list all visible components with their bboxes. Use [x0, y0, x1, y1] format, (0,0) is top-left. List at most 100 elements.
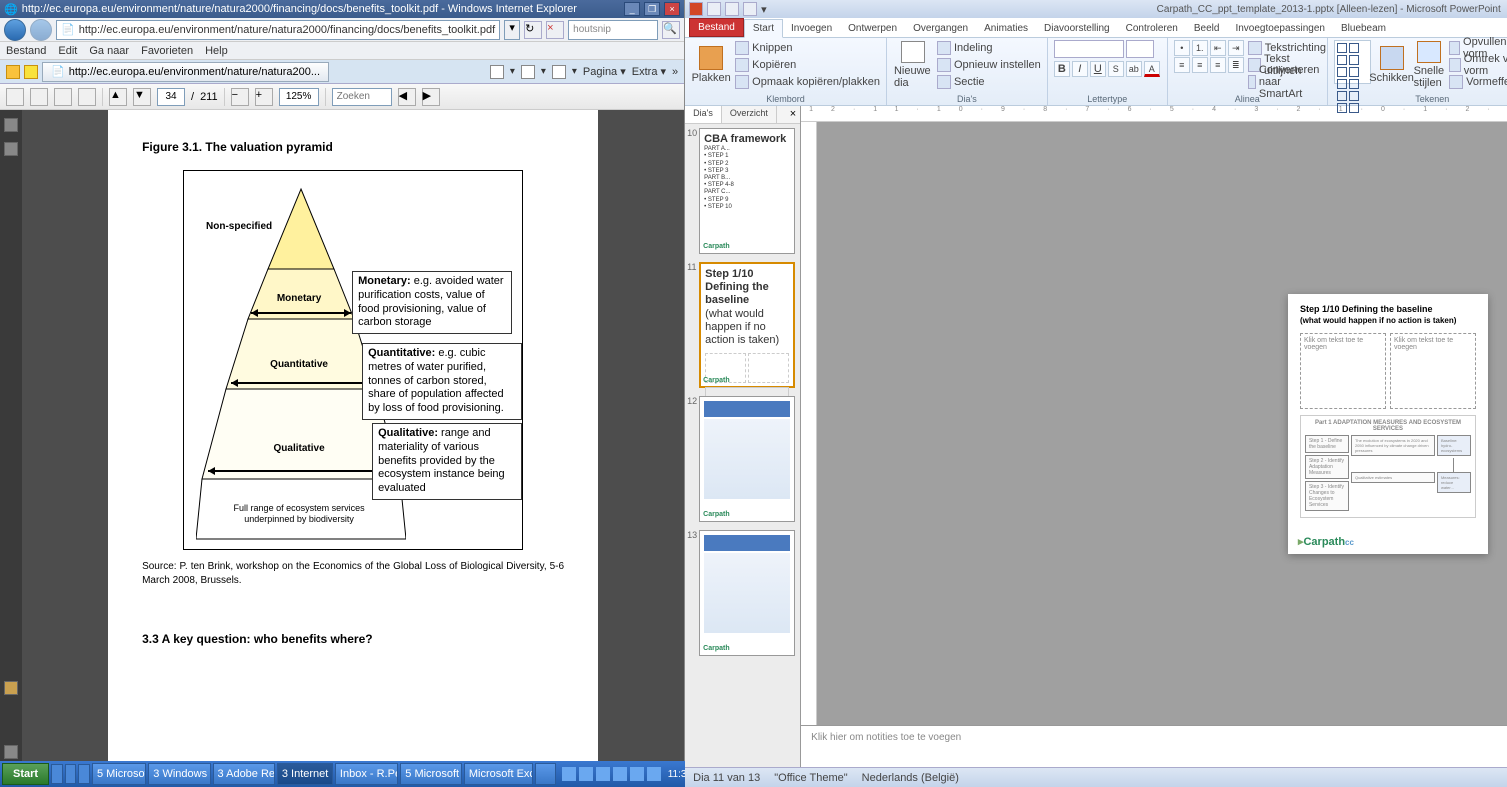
- opmaak-button[interactable]: Opmaak kopiëren/plakken: [735, 74, 880, 90]
- tab-dias[interactable]: Dia's: [685, 106, 722, 123]
- menu-edit[interactable]: Edit: [58, 45, 77, 57]
- indeling-button[interactable]: Indeling: [937, 40, 1041, 56]
- tab-start[interactable]: Start: [744, 19, 783, 38]
- pp-titlebar[interactable]: ▾ Carpath_CC_ppt_template_2013-1.pptx [A…: [685, 0, 1507, 18]
- pdf-find-prev-icon[interactable]: ◀: [398, 88, 416, 106]
- slide-11[interactable]: Step 1/10 Defining the baseline (what wo…: [1288, 294, 1488, 554]
- pdf-bookmarks-icon[interactable]: [4, 142, 18, 156]
- tools-menu[interactable]: Extra ▾: [632, 65, 666, 78]
- address-bar[interactable]: 📄 http://ec.europa.eu/environment/nature…: [56, 20, 500, 40]
- menu-favorieten[interactable]: Favorieten: [141, 45, 193, 57]
- opnieuw-button[interactable]: Opnieuw instellen: [937, 57, 1041, 73]
- italic-button[interactable]: I: [1072, 61, 1088, 77]
- pdf-pages-icon[interactable]: [78, 88, 96, 106]
- kopieren-button[interactable]: Kopiëren: [735, 57, 880, 73]
- page-menu[interactable]: Pagina ▾: [583, 65, 626, 78]
- tab-animaties[interactable]: Animaties: [976, 20, 1036, 37]
- pdf-attach-icon[interactable]: [4, 681, 18, 695]
- refresh-button[interactable]: ↻: [524, 21, 542, 39]
- align-right-button[interactable]: ≡: [1210, 57, 1226, 73]
- browser-tab[interactable]: 📄 http://ec.europa.eu/environment/nature…: [42, 62, 329, 82]
- quicklaunch-desktop-icon[interactable]: [51, 764, 63, 784]
- bullets-button[interactable]: •: [1174, 40, 1190, 56]
- tab-diavoorstelling[interactable]: Diavoorstelling: [1036, 20, 1118, 37]
- pp-app-icon[interactable]: [689, 2, 703, 16]
- feeds-icon[interactable]: [521, 65, 535, 79]
- tab-overgangen[interactable]: Overgangen: [905, 20, 976, 37]
- pdf-next-page-icon[interactable]: ▼: [133, 88, 151, 106]
- search-go-button[interactable]: 🔍: [662, 21, 680, 39]
- pdf-save-icon[interactable]: [6, 88, 24, 106]
- maximize-button[interactable]: ❐: [644, 2, 660, 16]
- bold-button[interactable]: B: [1054, 61, 1070, 77]
- taskbar-btn-word[interactable]: 5 Microsoft Word: [92, 763, 146, 785]
- align-left-button[interactable]: ≡: [1174, 57, 1190, 73]
- close-button[interactable]: ×: [664, 2, 680, 16]
- tray-icon[interactable]: [647, 767, 661, 781]
- tray-icon[interactable]: [579, 767, 593, 781]
- qat-redo-icon[interactable]: [743, 2, 757, 16]
- pdf-thumbnails-icon[interactable]: [4, 118, 18, 132]
- forward-button[interactable]: [30, 19, 52, 41]
- plakken-button[interactable]: Plakken: [691, 40, 731, 90]
- stop-button[interactable]: ×: [546, 21, 564, 39]
- content-placeholder-left[interactable]: Klik om tekst toe te voegen: [1300, 333, 1386, 409]
- tab-ontwerpen[interactable]: Ontwerpen: [840, 20, 905, 37]
- numbering-button[interactable]: 1.: [1192, 40, 1208, 56]
- tab-invoegen[interactable]: Invoegen: [783, 20, 840, 37]
- pdf-find-input[interactable]: [332, 88, 392, 106]
- qat-undo-icon[interactable]: [725, 2, 739, 16]
- tab-bluebeam[interactable]: Bluebeam: [1333, 20, 1394, 37]
- slide-title[interactable]: Step 1/10 Defining the baseline: [1300, 304, 1476, 314]
- indent-more-button[interactable]: ⇥: [1228, 40, 1244, 56]
- qat-save-icon[interactable]: [707, 2, 721, 16]
- font-color-button[interactable]: A: [1144, 61, 1160, 77]
- notes-pane[interactable]: Klik hier om notities toe te voegen: [801, 725, 1507, 767]
- tab-invoegtoepassingen[interactable]: Invoegtoepassingen: [1227, 20, 1333, 37]
- home-icon[interactable]: [490, 65, 504, 79]
- snelle-stijlen-button[interactable]: Snelle stijlen: [1413, 40, 1446, 90]
- taskbar-btn-powerpoint[interactable]: 5 Microsoft Power...: [400, 763, 462, 785]
- taskbar-btn-explorer[interactable]: 3 Windows Explorer: [148, 763, 210, 785]
- omtrek-button[interactable]: Omtrek van vorm: [1449, 57, 1507, 73]
- status-language[interactable]: Nederlands (België): [862, 772, 959, 784]
- pdf-page-input[interactable]: [157, 88, 185, 106]
- tab-overzicht[interactable]: Overzicht: [722, 106, 777, 123]
- slide-thumb-11[interactable]: 11Step 1/10 Defining the baseline(what w…: [689, 262, 796, 388]
- tab-controleren[interactable]: Controleren: [1118, 20, 1186, 37]
- quicklaunch-ie-icon[interactable]: [65, 764, 77, 784]
- content-placeholder-right[interactable]: Klik om tekst toe te voegen: [1390, 333, 1476, 409]
- effecten-button[interactable]: Vormeffecten: [1449, 74, 1507, 90]
- slide-thumb-13[interactable]: 13Carpath: [689, 530, 796, 656]
- favorites-star-icon[interactable]: [6, 65, 20, 79]
- minimize-button[interactable]: _: [624, 2, 640, 16]
- pdf-print-icon[interactable]: [30, 88, 48, 106]
- taskbar-btn-ie[interactable]: 3 Internet Explo...: [277, 763, 333, 785]
- taskbar-btn-adobe[interactable]: 3 Adobe Reader 9.0: [213, 763, 275, 785]
- taskbar-btn-excel[interactable]: Microsoft Excel - MC...: [464, 763, 533, 785]
- pdf-email-icon[interactable]: [54, 88, 72, 106]
- schikken-button[interactable]: Schikken: [1375, 40, 1409, 90]
- thumbnail-list[interactable]: 10CBA frameworkPART A...• STEP 1• STEP 2…: [685, 124, 800, 767]
- tray-icon[interactable]: [596, 767, 610, 781]
- shapes-gallery[interactable]: [1334, 40, 1371, 84]
- start-button[interactable]: Start: [2, 763, 49, 785]
- pdf-zoom-out-icon[interactable]: −: [231, 88, 249, 106]
- print-icon[interactable]: [552, 65, 566, 79]
- ie-titlebar[interactable]: 🌐 http://ec.europa.eu/environment/nature…: [0, 0, 684, 18]
- nieuwe-dia-button[interactable]: Nieuwe dia: [893, 40, 933, 90]
- slide-thumb-12[interactable]: 12Carpath: [689, 396, 796, 522]
- strike-button[interactable]: S: [1108, 61, 1124, 77]
- taskbar-btn-outlook[interactable]: Inbox - R.Peters@...: [335, 763, 398, 785]
- quicklaunch-explorer-icon[interactable]: [78, 764, 90, 784]
- menu-bestand[interactable]: Bestand: [6, 45, 46, 57]
- pdf-zoom-input[interactable]: [279, 88, 319, 106]
- sectie-button[interactable]: Sectie: [937, 74, 1041, 90]
- tray-icon[interactable]: [630, 767, 644, 781]
- qat-dropdown-icon[interactable]: ▾: [761, 3, 767, 16]
- diagram-placeholder[interactable]: Part 1 ADAPTATION MEASURES AND ECOSYSTEM…: [1300, 415, 1476, 518]
- pdf-find-next-icon[interactable]: ▶: [422, 88, 440, 106]
- indent-less-button[interactable]: ⇤: [1210, 40, 1226, 56]
- pdf-prev-page-icon[interactable]: ▲: [109, 88, 127, 106]
- pdf-zoom-in-icon[interactable]: +: [255, 88, 273, 106]
